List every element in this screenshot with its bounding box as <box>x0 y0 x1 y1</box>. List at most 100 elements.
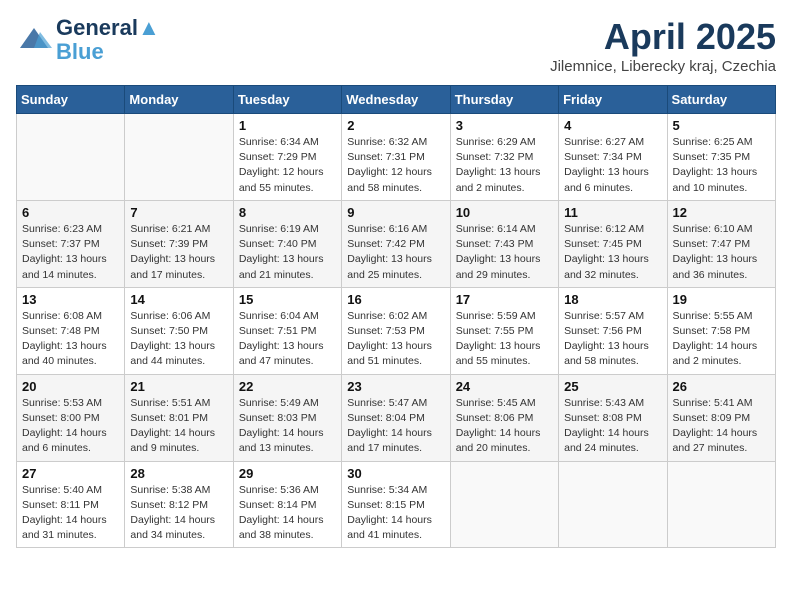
calendar-cell: 12 Sunrise: 6:10 AM Sunset: 7:47 PM Dayli… <box>667 200 775 287</box>
calendar-cell: 9 Sunrise: 6:16 AM Sunset: 7:42 PM Daylig… <box>342 200 450 287</box>
calendar-cell <box>125 114 233 201</box>
calendar-cell <box>450 461 558 548</box>
day-number: 23 <box>347 379 444 394</box>
calendar-cell: 3Sunrise: 6:29 AM Sunset: 7:32 PM Daylig… <box>450 114 558 201</box>
calendar-table: SundayMondayTuesdayWednesdayThursdayFrid… <box>16 85 776 548</box>
calendar-cell <box>17 114 125 201</box>
day-number: 29 <box>239 466 336 481</box>
calendar-cell: 28 Sunrise: 5:38 AM Sunset: 8:12 PM Dayli… <box>125 461 233 548</box>
day-number: 9 <box>347 205 444 220</box>
calendar-cell: 15Sunrise: 6:04 AM Sunset: 7:51 PM Dayli… <box>233 287 341 374</box>
day-info: Sunrise: 5:45 AM Sunset: 8:06 PM Dayligh… <box>456 396 553 457</box>
day-info: Sunrise: 5:51 AM Sunset: 8:01 PM Dayligh… <box>130 396 227 457</box>
calendar-cell: 1 Sunrise: 6:34 AM Sunset: 7:29 PM Daylig… <box>233 114 341 201</box>
day-info: Sunrise: 5:36 AM Sunset: 8:14 PM Dayligh… <box>239 483 336 544</box>
day-number: 2 <box>347 118 444 133</box>
day-info: Sunrise: 6:08 AM Sunset: 7:48 PM Dayligh… <box>22 309 119 370</box>
day-info: Sunrise: 6:34 AM Sunset: 7:29 PM Dayligh… <box>239 135 336 196</box>
calendar-cell: 19 Sunrise: 5:55 AM Sunset: 7:58 PM Dayli… <box>667 287 775 374</box>
day-info: Sunrise: 6:32 AM Sunset: 7:31 PM Dayligh… <box>347 135 444 196</box>
calendar-week-2: 6 Sunrise: 6:23 AM Sunset: 7:37 PM Daylig… <box>17 200 776 287</box>
day-info: Sunrise: 6:02 AM Sunset: 7:53 PM Dayligh… <box>347 309 444 370</box>
day-header-sunday: Sunday <box>17 86 125 114</box>
calendar-cell: 26 Sunrise: 5:41 AM Sunset: 8:09 PM Dayli… <box>667 374 775 461</box>
calendar-cell: 29 Sunrise: 5:36 AM Sunset: 8:14 PM Dayli… <box>233 461 341 548</box>
day-info: Sunrise: 6:23 AM Sunset: 7:37 PM Dayligh… <box>22 222 119 283</box>
day-info: Sunrise: 5:49 AM Sunset: 8:03 PM Dayligh… <box>239 396 336 457</box>
day-number: 13 <box>22 292 119 307</box>
day-info: Sunrise: 6:27 AM Sunset: 7:34 PM Dayligh… <box>564 135 661 196</box>
day-info: Sunrise: 6:14 AM Sunset: 7:43 PM Dayligh… <box>456 222 553 283</box>
calendar-cell: 24Sunrise: 5:45 AM Sunset: 8:06 PM Dayli… <box>450 374 558 461</box>
calendar-cell: 17Sunrise: 5:59 AM Sunset: 7:55 PM Dayli… <box>450 287 558 374</box>
day-number: 8 <box>239 205 336 220</box>
header-row: SundayMondayTuesdayWednesdayThursdayFrid… <box>17 86 776 114</box>
day-number: 3 <box>456 118 553 133</box>
day-header-wednesday: Wednesday <box>342 86 450 114</box>
day-header-saturday: Saturday <box>667 86 775 114</box>
logo: General▲ Blue <box>16 16 160 64</box>
day-number: 27 <box>22 466 119 481</box>
day-number: 28 <box>130 466 227 481</box>
day-number: 20 <box>22 379 119 394</box>
day-info: Sunrise: 5:57 AM Sunset: 7:56 PM Dayligh… <box>564 309 661 370</box>
calendar-cell: 18 Sunrise: 5:57 AM Sunset: 7:56 PM Dayli… <box>559 287 667 374</box>
day-number: 17 <box>456 292 553 307</box>
day-number: 11 <box>564 205 661 220</box>
day-header-thursday: Thursday <box>450 86 558 114</box>
day-number: 19 <box>673 292 770 307</box>
day-number: 21 <box>130 379 227 394</box>
day-info: Sunrise: 5:40 AM Sunset: 8:11 PM Dayligh… <box>22 483 119 544</box>
calendar-cell: 11 Sunrise: 6:12 AM Sunset: 7:45 PM Dayli… <box>559 200 667 287</box>
day-number: 7 <box>130 205 227 220</box>
day-number: 26 <box>673 379 770 394</box>
day-info: Sunrise: 6:25 AM Sunset: 7:35 PM Dayligh… <box>673 135 770 196</box>
calendar-cell: 20 Sunrise: 5:53 AM Sunset: 8:00 PM Dayli… <box>17 374 125 461</box>
calendar-cell: 8Sunrise: 6:19 AM Sunset: 7:40 PM Daylig… <box>233 200 341 287</box>
day-number: 15 <box>239 292 336 307</box>
calendar-cell: 14Sunrise: 6:06 AM Sunset: 7:50 PM Dayli… <box>125 287 233 374</box>
calendar-cell <box>667 461 775 548</box>
day-header-monday: Monday <box>125 86 233 114</box>
calendar-cell: 21 Sunrise: 5:51 AM Sunset: 8:01 PM Dayli… <box>125 374 233 461</box>
calendar-cell: 22Sunrise: 5:49 AM Sunset: 8:03 PM Dayli… <box>233 374 341 461</box>
day-info: Sunrise: 6:12 AM Sunset: 7:45 PM Dayligh… <box>564 222 661 283</box>
day-info: Sunrise: 5:55 AM Sunset: 7:58 PM Dayligh… <box>673 309 770 370</box>
day-number: 25 <box>564 379 661 394</box>
calendar-week-4: 20 Sunrise: 5:53 AM Sunset: 8:00 PM Dayli… <box>17 374 776 461</box>
calendar-week-3: 13 Sunrise: 6:08 AM Sunset: 7:48 PM Dayli… <box>17 287 776 374</box>
calendar-cell: 25Sunrise: 5:43 AM Sunset: 8:08 PM Dayli… <box>559 374 667 461</box>
day-number: 14 <box>130 292 227 307</box>
day-header-friday: Friday <box>559 86 667 114</box>
calendar-cell: 6 Sunrise: 6:23 AM Sunset: 7:37 PM Daylig… <box>17 200 125 287</box>
calendar-cell: 27 Sunrise: 5:40 AM Sunset: 8:11 PM Dayli… <box>17 461 125 548</box>
day-number: 1 <box>239 118 336 133</box>
calendar-cell: 13 Sunrise: 6:08 AM Sunset: 7:48 PM Dayli… <box>17 287 125 374</box>
calendar-cell: 5 Sunrise: 6:25 AM Sunset: 7:35 PM Daylig… <box>667 114 775 201</box>
day-info: Sunrise: 5:47 AM Sunset: 8:04 PM Dayligh… <box>347 396 444 457</box>
day-number: 18 <box>564 292 661 307</box>
location: Jilemnice, Liberecky kraj, Czechia <box>550 58 776 75</box>
calendar-week-5: 27 Sunrise: 5:40 AM Sunset: 8:11 PM Dayli… <box>17 461 776 548</box>
calendar-cell: 23 Sunrise: 5:47 AM Sunset: 8:04 PM Dayli… <box>342 374 450 461</box>
day-info: Sunrise: 6:16 AM Sunset: 7:42 PM Dayligh… <box>347 222 444 283</box>
calendar-week-1: 1 Sunrise: 6:34 AM Sunset: 7:29 PM Daylig… <box>17 114 776 201</box>
day-number: 4 <box>564 118 661 133</box>
day-number: 6 <box>22 205 119 220</box>
day-number: 12 <box>673 205 770 220</box>
day-info: Sunrise: 6:10 AM Sunset: 7:47 PM Dayligh… <box>673 222 770 283</box>
calendar-cell: 4 Sunrise: 6:27 AM Sunset: 7:34 PM Daylig… <box>559 114 667 201</box>
calendar-cell: 16 Sunrise: 6:02 AM Sunset: 7:53 PM Dayli… <box>342 287 450 374</box>
month-title: April 2025 <box>550 16 776 58</box>
day-info: Sunrise: 5:53 AM Sunset: 8:00 PM Dayligh… <box>22 396 119 457</box>
calendar-cell: 7Sunrise: 6:21 AM Sunset: 7:39 PM Daylig… <box>125 200 233 287</box>
day-number: 5 <box>673 118 770 133</box>
day-number: 30 <box>347 466 444 481</box>
calendar-cell <box>559 461 667 548</box>
day-number: 10 <box>456 205 553 220</box>
day-info: Sunrise: 5:41 AM Sunset: 8:09 PM Dayligh… <box>673 396 770 457</box>
day-number: 16 <box>347 292 444 307</box>
calendar-cell: 10 Sunrise: 6:14 AM Sunset: 7:43 PM Dayli… <box>450 200 558 287</box>
calendar-cell: 2 Sunrise: 6:32 AM Sunset: 7:31 PM Daylig… <box>342 114 450 201</box>
day-info: Sunrise: 5:38 AM Sunset: 8:12 PM Dayligh… <box>130 483 227 544</box>
